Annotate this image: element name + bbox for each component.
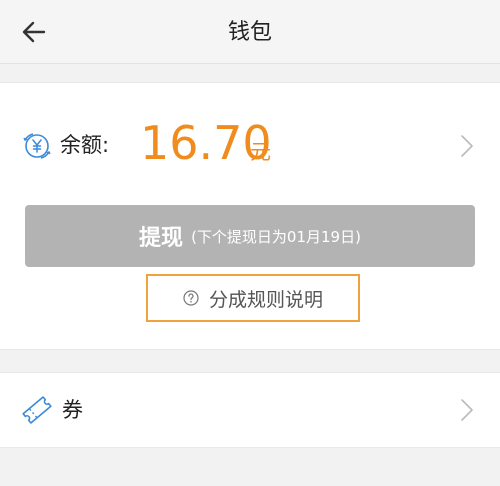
ticket-icon	[22, 396, 52, 424]
question-circle-icon	[183, 290, 199, 306]
chevron-right-icon	[461, 399, 473, 421]
withdraw-label: 提现	[139, 226, 184, 251]
rules-label: 分成规则说明	[208, 288, 323, 311]
next-withdraw-date-note: (下个提现日为01月19日)	[191, 227, 361, 246]
withdraw-button[interactable]: 提现 (下个提现日为01月19日)	[25, 205, 475, 267]
balance-unit: 元	[250, 140, 271, 164]
page-title: 钱包	[227, 20, 272, 45]
revenue-share-rules-link[interactable]: 分成规则说明	[146, 274, 360, 322]
chevron-right-icon	[461, 135, 473, 157]
coupon-row[interactable]: 券	[0, 372, 500, 448]
balance-row[interactable]: 余额: 16.70 元	[0, 115, 500, 175]
balance-card: 余额: 16.70 元 提现 (下个提现日为01月19日) 分成规则说明	[0, 82, 500, 350]
coupon-label: 券	[62, 398, 83, 422]
header-bar: 钱包	[0, 0, 500, 64]
balance-label: 余额:	[60, 133, 110, 157]
yen-coin-icon	[23, 133, 51, 159]
